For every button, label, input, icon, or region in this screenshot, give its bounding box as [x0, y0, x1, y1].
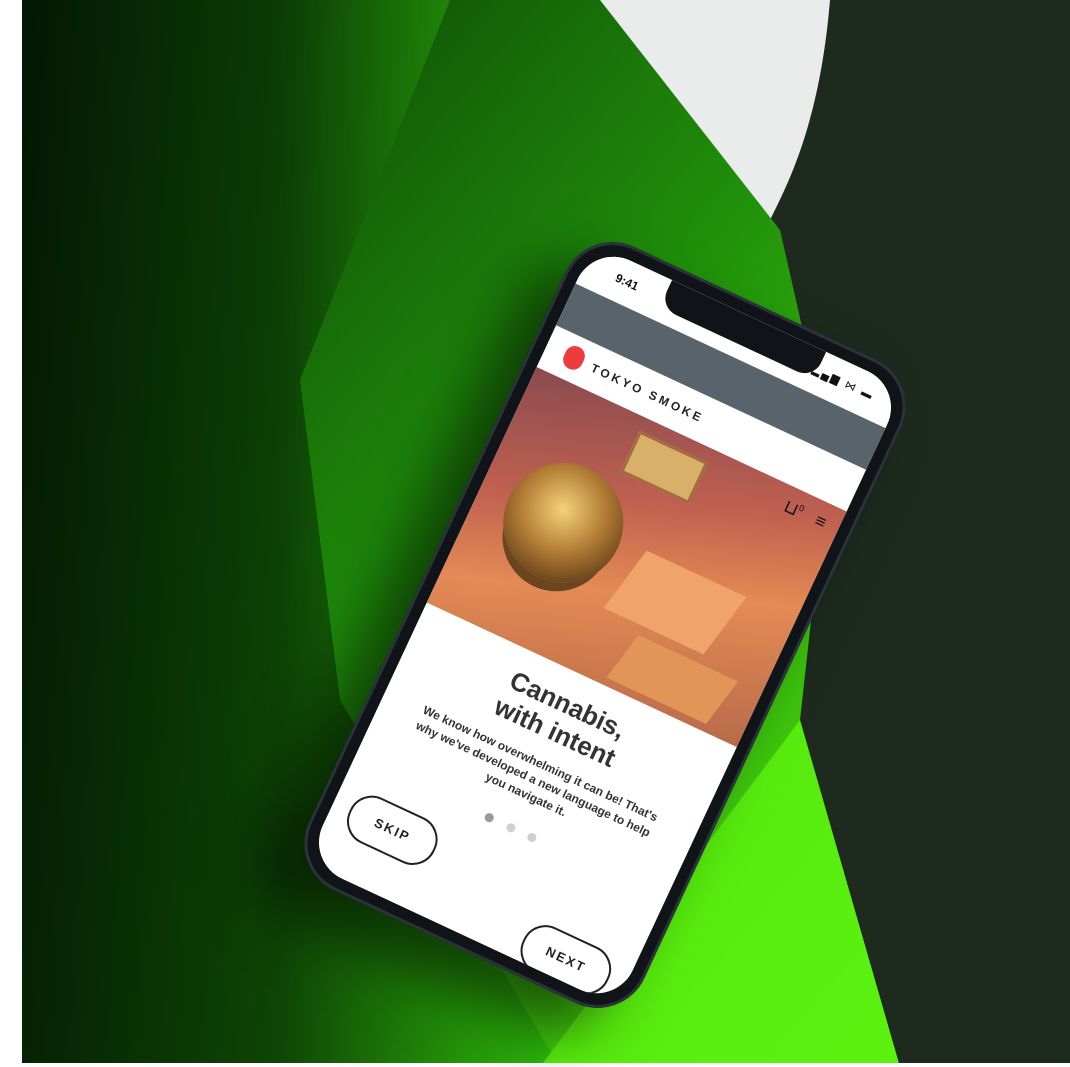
bottom-border	[0, 1063, 1070, 1067]
page-dot-3[interactable]	[525, 831, 538, 844]
photo-scene: 9:41 ▂▄▆ ⋈ ▬ TOKYO SMOKE ⊔0 ≡ Cannabis, …	[0, 0, 1070, 1067]
header-icons: ⊔0 ≡	[780, 496, 830, 534]
page-dot-2[interactable]	[504, 821, 517, 834]
rolling-tray	[603, 550, 747, 655]
gold-bowl	[483, 443, 644, 603]
page-dot-1[interactable]	[483, 811, 496, 824]
menu-icon[interactable]: ≡	[812, 510, 830, 533]
left-border	[0, 0, 22, 1067]
picture-frame	[620, 430, 709, 505]
brand-logo-icon[interactable]	[559, 342, 589, 373]
status-time: 9:41	[613, 270, 641, 294]
status-icons: ▂▄▆ ⋈ ▬	[810, 363, 877, 403]
